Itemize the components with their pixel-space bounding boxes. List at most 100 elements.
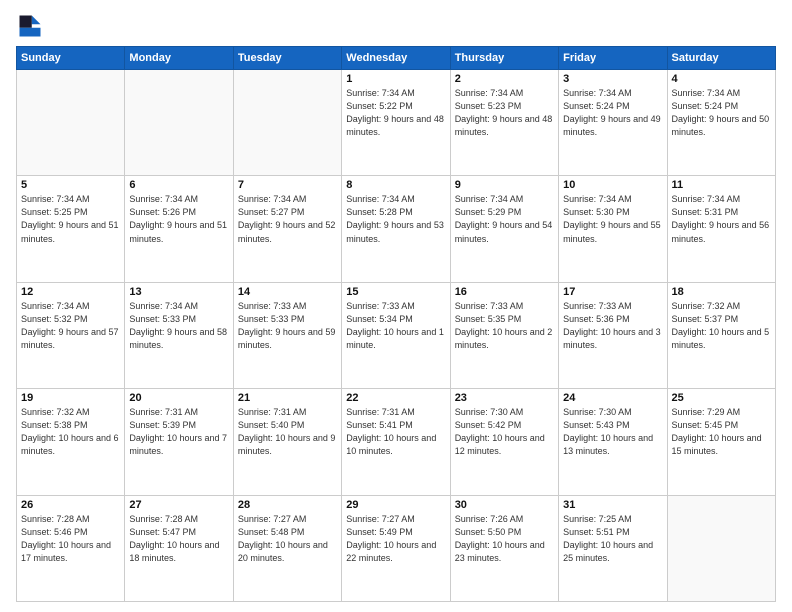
day-info: Sunrise: 7:34 AM Sunset: 5:24 PM Dayligh…	[563, 87, 662, 139]
day-info: Sunrise: 7:33 AM Sunset: 5:35 PM Dayligh…	[455, 300, 554, 352]
calendar-cell: 21 Sunrise: 7:31 AM Sunset: 5:40 PM Dayli…	[233, 389, 341, 495]
day-info: Sunrise: 7:34 AM Sunset: 5:33 PM Dayligh…	[129, 300, 228, 352]
calendar-cell: 2 Sunrise: 7:34 AM Sunset: 5:23 PM Daylig…	[450, 70, 558, 176]
calendar-cell: 20Sunrise: 7:31 AM Sunset: 5:39 PM Dayli…	[125, 389, 233, 495]
calendar-cell: 16 Sunrise: 7:33 AM Sunset: 5:35 PM Dayli…	[450, 282, 558, 388]
calendar-cell: 27Sunrise: 7:28 AM Sunset: 5:47 PM Dayli…	[125, 495, 233, 601]
calendar-body: 1 Sunrise: 7:34 AM Sunset: 5:22 PM Daylig…	[17, 70, 776, 602]
day-info: Sunrise: 7:34 AM Sunset: 5:27 PM Dayligh…	[238, 193, 337, 245]
day-number: 19	[21, 392, 120, 404]
calendar-cell: 5 Sunrise: 7:34 AM Sunset: 5:25 PM Daylig…	[17, 176, 125, 282]
calendar-cell: 31 Sunrise: 7:25 AM Sunset: 5:51 PM Dayli…	[559, 495, 667, 601]
calendar-week-row: 19 Sunrise: 7:32 AM Sunset: 5:38 PM Dayli…	[17, 389, 776, 495]
day-info: Sunrise: 7:28 AM Sunset: 5:47 PM Dayligh…	[129, 513, 228, 565]
calendar-cell: 6 Sunrise: 7:34 AM Sunset: 5:26 PM Daylig…	[125, 176, 233, 282]
day-number: 28	[238, 499, 337, 511]
day-number: 6	[129, 179, 228, 191]
calendar-week-row: 1 Sunrise: 7:34 AM Sunset: 5:22 PM Daylig…	[17, 70, 776, 176]
day-info: Sunrise: 7:34 AM Sunset: 5:26 PM Dayligh…	[129, 193, 228, 245]
calendar-cell	[125, 70, 233, 176]
day-number: 16	[455, 286, 554, 298]
calendar-cell: 3 Sunrise: 7:34 AM Sunset: 5:24 PM Daylig…	[559, 70, 667, 176]
day-number: 14	[238, 286, 337, 298]
day-info: Sunrise: 7:34 AM Sunset: 5:22 PM Dayligh…	[346, 87, 445, 139]
weekday-header-cell: Saturday	[667, 47, 775, 70]
day-info: Sunrise: 7:29 AM Sunset: 5:45 PM Dayligh…	[672, 406, 771, 458]
day-number: 12	[21, 286, 120, 298]
day-info: Sunrise: 7:27 AM Sunset: 5:49 PM Dayligh…	[346, 513, 445, 565]
page: SundayMondayTuesdayWednesdayThursdayFrid…	[0, 0, 792, 612]
day-number: 24	[563, 392, 662, 404]
day-number: 21	[238, 392, 337, 404]
header	[16, 12, 776, 40]
day-number: 31	[563, 499, 662, 511]
weekday-header-row: SundayMondayTuesdayWednesdayThursdayFrid…	[17, 47, 776, 70]
day-number: 13	[129, 286, 228, 298]
day-info: Sunrise: 7:31 AM Sunset: 5:40 PM Dayligh…	[238, 406, 337, 458]
calendar-cell: 24 Sunrise: 7:30 AM Sunset: 5:43 PM Dayli…	[559, 389, 667, 495]
day-info: Sunrise: 7:27 AM Sunset: 5:48 PM Dayligh…	[238, 513, 337, 565]
calendar-cell: 26 Sunrise: 7:28 AM Sunset: 5:46 PM Dayli…	[17, 495, 125, 601]
day-info: Sunrise: 7:25 AM Sunset: 5:51 PM Dayligh…	[563, 513, 662, 565]
calendar-cell: 14 Sunrise: 7:33 AM Sunset: 5:33 PM Dayli…	[233, 282, 341, 388]
day-number: 17	[563, 286, 662, 298]
calendar-cell: 23Sunrise: 7:30 AM Sunset: 5:42 PM Dayli…	[450, 389, 558, 495]
day-number: 5	[21, 179, 120, 191]
day-number: 18	[672, 286, 771, 298]
day-number: 29	[346, 499, 445, 511]
calendar-table: SundayMondayTuesdayWednesdayThursdayFrid…	[16, 46, 776, 602]
calendar-cell: 10 Sunrise: 7:34 AM Sunset: 5:30 PM Dayli…	[559, 176, 667, 282]
day-number: 30	[455, 499, 554, 511]
day-info: Sunrise: 7:28 AM Sunset: 5:46 PM Dayligh…	[21, 513, 120, 565]
calendar-cell: 22Sunrise: 7:31 AM Sunset: 5:41 PM Dayli…	[342, 389, 450, 495]
day-info: Sunrise: 7:33 AM Sunset: 5:34 PM Dayligh…	[346, 300, 445, 352]
weekday-header-cell: Monday	[125, 47, 233, 70]
weekday-header-cell: Wednesday	[342, 47, 450, 70]
calendar-cell	[17, 70, 125, 176]
day-number: 26	[21, 499, 120, 511]
weekday-header-cell: Sunday	[17, 47, 125, 70]
weekday-header-cell: Thursday	[450, 47, 558, 70]
day-info: Sunrise: 7:33 AM Sunset: 5:36 PM Dayligh…	[563, 300, 662, 352]
day-info: Sunrise: 7:33 AM Sunset: 5:33 PM Dayligh…	[238, 300, 337, 352]
calendar-cell: 19 Sunrise: 7:32 AM Sunset: 5:38 PM Dayli…	[17, 389, 125, 495]
day-info: Sunrise: 7:34 AM Sunset: 5:30 PM Dayligh…	[563, 193, 662, 245]
day-info: Sunrise: 7:32 AM Sunset: 5:37 PM Dayligh…	[672, 300, 771, 352]
calendar-cell	[667, 495, 775, 601]
calendar-cell: 29 Sunrise: 7:27 AM Sunset: 5:49 PM Dayli…	[342, 495, 450, 601]
calendar-week-row: 5 Sunrise: 7:34 AM Sunset: 5:25 PM Daylig…	[17, 176, 776, 282]
day-number: 15	[346, 286, 445, 298]
day-number: 10	[563, 179, 662, 191]
day-info: Sunrise: 7:30 AM Sunset: 5:42 PM Dayligh…	[455, 406, 554, 458]
weekday-header-cell: Friday	[559, 47, 667, 70]
day-number: 22	[346, 392, 445, 404]
day-info: Sunrise: 7:26 AM Sunset: 5:50 PM Dayligh…	[455, 513, 554, 565]
calendar-cell: 11 Sunrise: 7:34 AM Sunset: 5:31 PM Dayli…	[667, 176, 775, 282]
calendar-cell: 8 Sunrise: 7:34 AM Sunset: 5:28 PM Daylig…	[342, 176, 450, 282]
day-number: 3	[563, 73, 662, 85]
weekday-header-cell: Tuesday	[233, 47, 341, 70]
day-number: 1	[346, 73, 445, 85]
logo	[16, 12, 48, 40]
logo-icon	[16, 12, 44, 40]
day-number: 2	[455, 73, 554, 85]
day-info: Sunrise: 7:32 AM Sunset: 5:38 PM Dayligh…	[21, 406, 120, 458]
calendar-cell: 1 Sunrise: 7:34 AM Sunset: 5:22 PM Daylig…	[342, 70, 450, 176]
calendar-cell	[233, 70, 341, 176]
day-info: Sunrise: 7:34 AM Sunset: 5:28 PM Dayligh…	[346, 193, 445, 245]
day-info: Sunrise: 7:34 AM Sunset: 5:29 PM Dayligh…	[455, 193, 554, 245]
calendar-week-row: 26 Sunrise: 7:28 AM Sunset: 5:46 PM Dayli…	[17, 495, 776, 601]
calendar-cell: 15 Sunrise: 7:33 AM Sunset: 5:34 PM Dayli…	[342, 282, 450, 388]
day-number: 11	[672, 179, 771, 191]
day-info: Sunrise: 7:34 AM Sunset: 5:25 PM Dayligh…	[21, 193, 120, 245]
calendar-cell: 4Sunrise: 7:34 AM Sunset: 5:24 PM Daylig…	[667, 70, 775, 176]
day-info: Sunrise: 7:34 AM Sunset: 5:31 PM Dayligh…	[672, 193, 771, 245]
day-info: Sunrise: 7:34 AM Sunset: 5:23 PM Dayligh…	[455, 87, 554, 139]
calendar-cell: 28 Sunrise: 7:27 AM Sunset: 5:48 PM Dayli…	[233, 495, 341, 601]
day-number: 9	[455, 179, 554, 191]
day-info: Sunrise: 7:34 AM Sunset: 5:32 PM Dayligh…	[21, 300, 120, 352]
day-info: Sunrise: 7:30 AM Sunset: 5:43 PM Dayligh…	[563, 406, 662, 458]
calendar-cell: 13 Sunrise: 7:34 AM Sunset: 5:33 PM Dayli…	[125, 282, 233, 388]
day-number: 8	[346, 179, 445, 191]
calendar-cell: 18 Sunrise: 7:32 AM Sunset: 5:37 PM Dayli…	[667, 282, 775, 388]
